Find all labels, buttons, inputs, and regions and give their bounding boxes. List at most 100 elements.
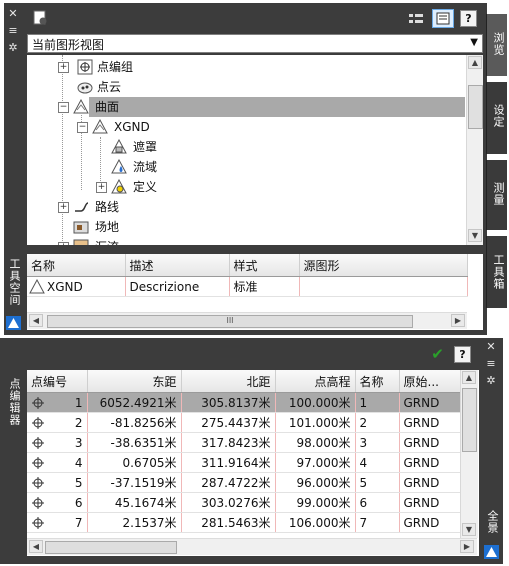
cell-orig[interactable]: GRND (399, 512, 461, 533)
cell-east[interactable]: 0.6705米 (87, 452, 182, 473)
grid-vscrollbar[interactable]: ▲ ▼ (460, 370, 478, 538)
cell-north[interactable]: 281.5463米 (181, 512, 276, 533)
autohide-icon[interactable]: ≡ (6, 25, 20, 37)
cell-name[interactable]: 3 (355, 432, 400, 453)
tree-item-alignments[interactable]: + 路线 (27, 197, 467, 217)
tree-scrollbar[interactable]: ▲ ▼ (466, 55, 483, 245)
scroll-up-icon[interactable]: ▲ (468, 56, 482, 69)
list-view-toggle-icon[interactable] (432, 9, 454, 28)
properties-icon[interactable]: ✲ (6, 42, 20, 54)
cell-orig[interactable]: GRND (399, 492, 461, 513)
column-header-easting[interactable]: 东距 (87, 370, 182, 393)
cell-elev[interactable]: 101.000米 (275, 412, 356, 433)
column-header-northing[interactable]: 北距 (181, 370, 276, 393)
column-header-style[interactable]: 样式 (229, 254, 300, 277)
item-view-icon[interactable] (408, 12, 424, 26)
scroll-right-icon[interactable]: ▶ (460, 540, 474, 553)
chevron-down-icon[interactable]: ▼ (470, 37, 478, 48)
cell-elev[interactable]: 98.000米 (275, 432, 356, 453)
list-hscrollbar[interactable]: ◀ III ▶ (27, 312, 467, 329)
cell-num[interactable]: 5 (27, 472, 88, 493)
cell-elev[interactable]: 106.000米 (275, 512, 356, 533)
cell-orig[interactable]: GRND (399, 392, 461, 413)
cell-north[interactable]: 305.8137米 (181, 392, 276, 413)
cell-orig[interactable]: GRND (399, 432, 461, 453)
cell-elev[interactable]: 99.000米 (275, 492, 356, 513)
cell-elev[interactable]: 97.000米 (275, 452, 356, 473)
hscroll-thumb[interactable]: III (47, 315, 413, 328)
cell-north[interactable]: 311.9164米 (181, 452, 276, 473)
properties-icon[interactable]: ✲ (484, 375, 498, 387)
table-row[interactable]: 3 -38.6351米 317.8423米 98.000米 3 GRND (27, 432, 461, 453)
table-row[interactable]: 5 -37.1519米 287.4722米 96.000米 5 GRND (27, 472, 461, 493)
cell-name[interactable]: 7 (355, 512, 400, 533)
cell-name[interactable]: 4 (355, 452, 400, 473)
scroll-down-icon[interactable]: ▼ (462, 523, 476, 536)
cell-north[interactable]: 317.8423米 (181, 432, 276, 453)
cell-elev[interactable]: 100.000米 (275, 392, 356, 413)
expand-icon[interactable]: + (58, 202, 69, 213)
scroll-left-icon[interactable]: ◀ (29, 314, 43, 327)
tree-item-surfaces[interactable]: − 曲面 (27, 97, 467, 117)
cell-num[interactable]: 1 (27, 392, 88, 413)
scroll-up-icon[interactable]: ▲ (462, 371, 476, 384)
page-settings-icon[interactable] (32, 10, 48, 26)
tab-survey[interactable]: 测量 (486, 160, 507, 230)
scroll-left-icon[interactable]: ◀ (29, 540, 43, 553)
table-row[interactable]: XGND Descrizione 标准 (27, 276, 468, 297)
tree-item-sites[interactable]: 场地 (27, 217, 467, 237)
cell-num[interactable]: 7 (27, 512, 88, 533)
column-header-point-number[interactable]: 点编号 (27, 370, 88, 393)
column-header-elevation[interactable]: 点高程 (275, 370, 356, 393)
scroll-right-icon[interactable]: ▶ (451, 314, 465, 327)
table-row[interactable]: 6 45.1674米 303.0276米 99.000米 6 GRND (27, 492, 461, 513)
tree-item-xgnd[interactable]: − XGND (27, 117, 467, 137)
column-header-name[interactable]: 名称 (355, 370, 400, 393)
row-style[interactable]: 标准 (229, 276, 300, 297)
cell-name[interactable]: 6 (355, 492, 400, 513)
column-header-raw-description[interactable]: 原始... (399, 370, 461, 393)
cell-orig[interactable]: GRND (399, 452, 461, 473)
cell-num[interactable]: 3 (27, 432, 88, 453)
cell-orig[interactable]: GRND (399, 472, 461, 493)
table-row[interactable]: 7 2.1537米 281.5463米 106.000米 7 GRND (27, 512, 461, 533)
grid-hscrollbar[interactable]: ◀ ▶ (27, 538, 477, 555)
table-row[interactable]: 4 0.6705米 311.9164米 97.000米 4 GRND (27, 452, 461, 473)
cell-name[interactable]: 2 (355, 412, 400, 433)
cell-east[interactable]: -37.1519米 (87, 472, 182, 493)
help-button[interactable]: ? (460, 10, 477, 27)
splitter[interactable] (27, 245, 483, 254)
tree-item-point-clouds[interactable]: 点云 (27, 77, 467, 97)
cell-east[interactable]: 45.1674米 (87, 492, 182, 513)
cell-name[interactable]: 5 (355, 472, 400, 493)
table-row[interactable]: 2 -81.8256米 275.4437米 101.000米 2 GRND (27, 412, 461, 433)
tree-item-catchments[interactable]: + 汇流 (27, 237, 467, 245)
cell-num[interactable]: 4 (27, 452, 88, 473)
cell-name[interactable]: 1 (355, 392, 400, 413)
view-dropdown[interactable]: 当前图形视图 ▼ (27, 34, 483, 53)
expand-icon[interactable]: + (58, 62, 69, 73)
cell-north[interactable]: 287.4722米 (181, 472, 276, 493)
help-button[interactable]: ? (454, 346, 471, 363)
close-icon[interactable]: ✕ (6, 8, 20, 20)
cell-elev[interactable]: 96.000米 (275, 472, 356, 493)
cell-num[interactable]: 6 (27, 492, 88, 513)
hscroll-thumb[interactable] (45, 541, 177, 554)
autohide-icon[interactable]: ≡ (484, 358, 498, 370)
column-header-source-drawing[interactable]: 源图形 (299, 254, 468, 277)
tab-toolbox[interactable]: 工具箱 (486, 236, 507, 308)
scroll-thumb[interactable] (462, 388, 477, 452)
scroll-thumb[interactable] (468, 85, 483, 129)
tab-settings[interactable]: 设定 (486, 82, 507, 154)
cell-north[interactable]: 303.0276米 (181, 492, 276, 513)
apply-check-button[interactable]: ✔ (429, 346, 446, 363)
tree-item-masks[interactable]: 遮罩 (27, 137, 467, 157)
row-description[interactable]: Descrizione (125, 276, 230, 297)
column-header-name[interactable]: 名称 (27, 254, 126, 277)
cell-orig[interactable]: GRND (399, 412, 461, 433)
cell-north[interactable]: 275.4437米 (181, 412, 276, 433)
tree-item-point-groups[interactable]: + 点编组 (27, 57, 467, 77)
tree-item-watersheds[interactable]: 流域 (27, 157, 467, 177)
cell-east[interactable]: 2.1537米 (87, 512, 182, 533)
cell-num[interactable]: 2 (27, 412, 88, 433)
